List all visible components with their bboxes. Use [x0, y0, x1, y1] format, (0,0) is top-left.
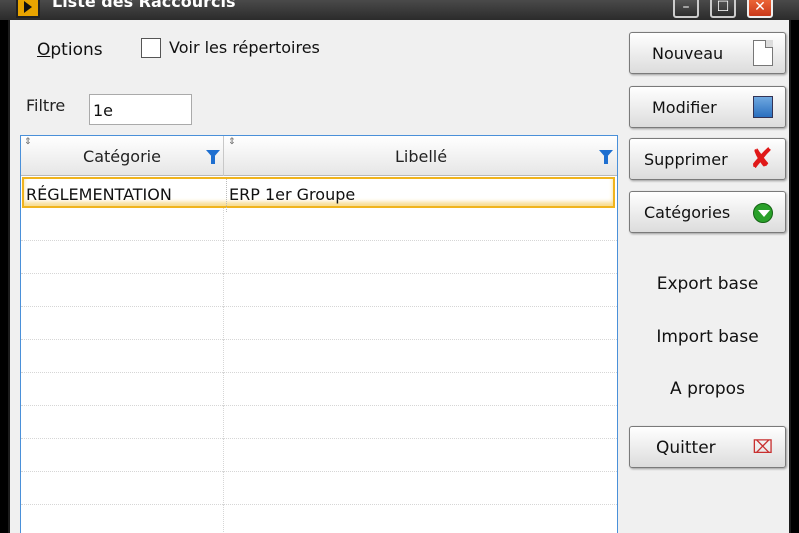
- maximize-button[interactable]: ☐: [710, 0, 736, 18]
- table-cell-empty: [21, 406, 224, 439]
- quitter-button[interactable]: Quitter ⌧: [629, 426, 786, 468]
- app-icon: [16, 0, 40, 18]
- show-directories-label[interactable]: Voir les répertoires: [169, 38, 320, 57]
- table-row-empty: [21, 340, 617, 373]
- close-x-icon: ⌧: [752, 437, 773, 458]
- table-cell-empty: [21, 340, 224, 373]
- a-propos-link[interactable]: A propos: [629, 379, 786, 399]
- sort-icon[interactable]: ⇕: [24, 138, 32, 147]
- table-cell-empty: [21, 241, 224, 274]
- table-header: ⇕ Catégorie ⇕ Libellé: [21, 136, 617, 176]
- column-header-label: Libellé: [394, 147, 448, 166]
- table-cell-empty: [21, 505, 224, 533]
- close-window-button[interactable]: ✕: [747, 0, 773, 18]
- options-menu[interactable]: Options: [37, 40, 103, 60]
- table-row-empty: [21, 241, 617, 274]
- table-cell-empty: [21, 472, 224, 505]
- table-body: RÉGLEMENTATION ERP 1er Groupe: [21, 177, 617, 533]
- table-cell-empty: [21, 208, 224, 241]
- button-label: Nouveau: [652, 44, 724, 63]
- column-header-categorie[interactable]: ⇕ Catégorie: [21, 136, 224, 176]
- table-row-empty: [21, 406, 617, 439]
- options-accel-key: O: [37, 40, 51, 60]
- table-row-empty: [21, 505, 617, 533]
- edit-image-icon: [753, 96, 773, 118]
- button-label: Quitter: [656, 438, 716, 458]
- import-base-link[interactable]: Import base: [629, 327, 786, 347]
- options-label-rest: ptions: [50, 40, 103, 60]
- cell-text: ERP 1er Groupe: [229, 185, 356, 204]
- column-filter-icon[interactable]: [599, 150, 613, 164]
- filter-input[interactable]: 1e: [89, 94, 192, 125]
- column-header-libelle[interactable]: ⇕ Libellé: [225, 136, 617, 176]
- table-cell-empty: [21, 307, 224, 340]
- shortcuts-table: ⇕ Catégorie ⇕ Libellé RÉGLEMENTATION ERP…: [20, 135, 618, 533]
- window-title: Liste des Raccourcis: [52, 0, 236, 11]
- button-label: Supprimer: [644, 150, 728, 169]
- table-row[interactable]: RÉGLEMENTATION ERP 1er Groupe: [22, 177, 615, 212]
- table-row-empty: [21, 439, 617, 472]
- table-cell-empty: [21, 373, 224, 406]
- column-header-label: Catégorie: [83, 147, 161, 166]
- minimize-button[interactable]: –: [673, 0, 699, 18]
- red-x-icon: ✘: [749, 142, 773, 175]
- cell-text: RÉGLEMENTATION: [26, 185, 172, 204]
- button-label: Modifier: [652, 98, 717, 117]
- export-base-link[interactable]: Export base: [629, 274, 786, 294]
- show-directories-checkbox[interactable]: [141, 38, 161, 58]
- table-row-empty: [21, 472, 617, 505]
- table-cell-empty: [21, 274, 224, 307]
- button-label: Catégories: [644, 203, 731, 222]
- categories-button[interactable]: Catégories: [629, 191, 786, 233]
- main-window: Options Voir les répertoires Filtre 1e ⇕…: [8, 20, 791, 533]
- table-row-empty: [21, 373, 617, 406]
- table-row-empty: [21, 274, 617, 307]
- new-document-icon: [753, 40, 773, 66]
- sort-icon[interactable]: ⇕: [228, 138, 236, 147]
- supprimer-button[interactable]: Supprimer ✘: [629, 138, 786, 180]
- nouveau-button[interactable]: Nouveau: [629, 32, 786, 74]
- filter-label: Filtre: [26, 96, 66, 115]
- title-bar: Liste des Raccourcis – ☐ ✕: [0, 0, 799, 20]
- green-down-arrow-icon: [753, 203, 773, 223]
- table-cell-empty: [21, 439, 224, 472]
- table-row-empty: [21, 208, 617, 241]
- table-row-empty: [21, 307, 617, 340]
- column-filter-icon[interactable]: [206, 150, 220, 164]
- modifier-button[interactable]: Modifier: [629, 86, 786, 128]
